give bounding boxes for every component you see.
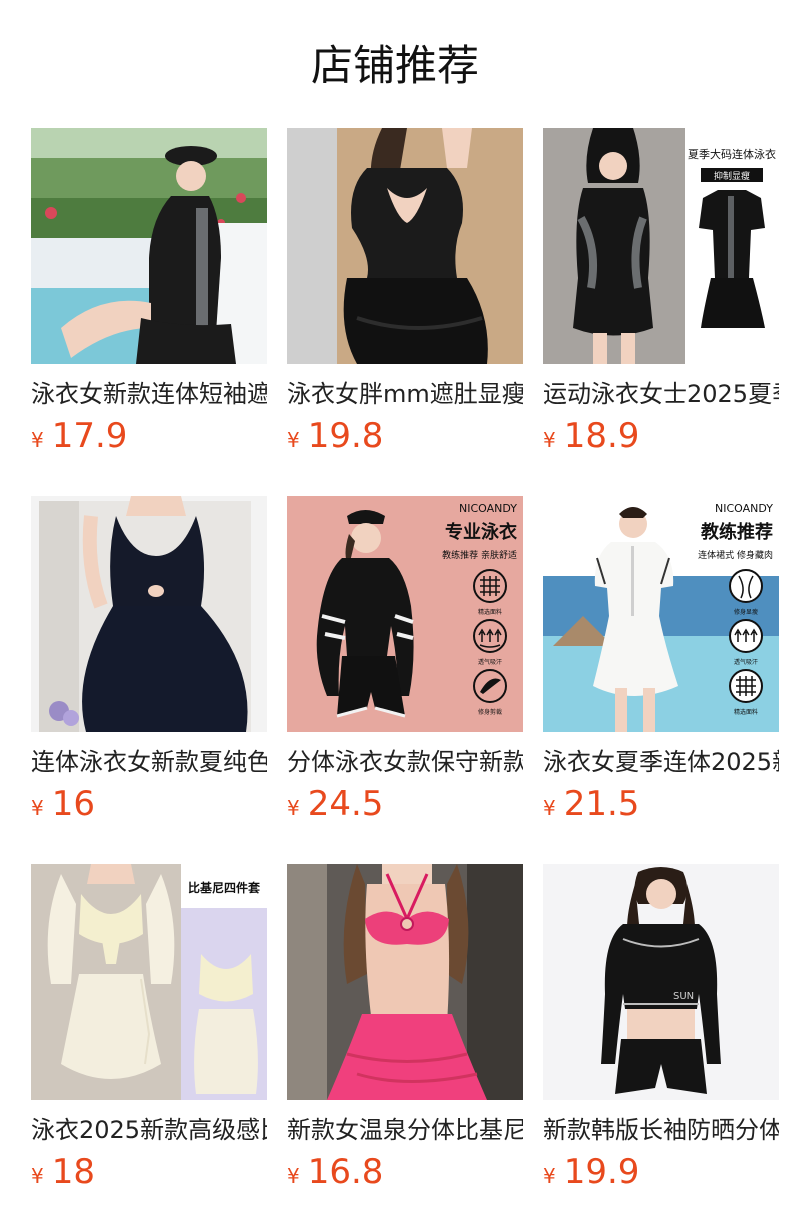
feature-breathable-icon (729, 619, 763, 653)
price-value: 19.8 (307, 416, 384, 456)
price-currency: ¥ (31, 1164, 44, 1188)
overlay-sub: 连体裙式 修身藏肉 (698, 549, 773, 561)
feature-label: 修身显瘦 (734, 608, 758, 616)
product-image[interactable] (31, 496, 267, 732)
price: ¥18 (31, 1152, 267, 1196)
price-currency: ¥ (287, 428, 300, 452)
price-currency: ¥ (543, 1164, 556, 1188)
product-image[interactable]: SUN (543, 864, 779, 1100)
price-value: 18 (51, 1152, 95, 1192)
feature-label: 透气吸汗 (734, 658, 758, 666)
price-currency: ¥ (31, 796, 44, 820)
feature-slim-icon (729, 569, 763, 603)
product-grid: 泳衣女新款连体短袖遮肚显瘦保守温泉泳装 ¥17.9 泳衣女胖mm遮肚显瘦保守连体… (0, 0, 790, 1232)
price: ¥24.5 (287, 784, 523, 828)
feature-label: 精选面料 (734, 708, 758, 716)
product-title[interactable]: 运动泳衣女士2025夏季新款连体平角泳装 (543, 376, 779, 412)
price: ¥16.8 (287, 1152, 523, 1196)
price-value: 21.5 (563, 784, 640, 824)
overlay-headline: 比基尼四件套 (188, 880, 261, 895)
feature-fabric-icon (729, 669, 763, 703)
product-title[interactable]: 新款韩版长袖防晒分体泳衣女运动风 (543, 1112, 779, 1148)
price-value: 17.9 (51, 416, 128, 456)
price: ¥19.8 (287, 416, 523, 460)
price-value: 16.8 (307, 1152, 384, 1192)
price-currency: ¥ (287, 1164, 300, 1188)
product-title[interactable]: 分体泳衣女款保守新款长袖防晒运动泳装 (287, 744, 523, 780)
price-value: 24.5 (307, 784, 384, 824)
overlay-brand: NICOANDY (715, 502, 773, 515)
overlay-headline: 夏季大码连体泳衣 (688, 147, 776, 161)
price: ¥21.5 (543, 784, 779, 828)
price-value: 19.9 (563, 1152, 640, 1192)
product-image[interactable] (287, 864, 523, 1100)
overlay-tag: 抑制显瘦 (714, 170, 750, 182)
price-currency: ¥ (287, 796, 300, 820)
price-value: 16 (51, 784, 95, 824)
price: ¥19.9 (543, 1152, 779, 1196)
product-image[interactable] (287, 128, 523, 364)
price: ¥18.9 (543, 416, 779, 460)
product-image[interactable]: NICOANDY 教练推荐 连体裙式 修身藏肉 修身显瘦 透气吸汗 精选面料 (543, 496, 779, 732)
overlay-headline: 教练推荐 (701, 521, 773, 543)
product-image[interactable]: NICOANDY 专业泳衣 教练推荐 亲肤舒适 精选面料 透气吸汗 修身剪裁 (287, 496, 523, 732)
product-title[interactable]: 泳衣女夏季连体2025新款保守遮肚显瘦泳装 (543, 744, 779, 780)
product-title[interactable]: 泳衣女胖mm遮肚显瘦保守连体裙式泳衣 (287, 376, 523, 412)
price-currency: ¥ (31, 428, 44, 452)
product-title[interactable]: 泳衣2025新款高级感比基尼四件套罩衫 (31, 1112, 267, 1148)
feature-label: 透气吸汗 (478, 658, 502, 666)
price-value: 18.9 (563, 416, 640, 456)
price-currency: ¥ (543, 796, 556, 820)
overlay-sub: 教练推荐 亲肤舒适 (442, 549, 517, 561)
product-title[interactable]: 新款女温泉分体比基尼性感沙滩裙泳衣 (287, 1112, 523, 1148)
product-image[interactable]: 夏季大码连体泳衣 抑制显瘦 (543, 128, 779, 364)
product-title[interactable]: 连体泳衣女新款夏纯色性感显瘦遮肚泳装 (31, 744, 267, 780)
feature-label: 精选面料 (478, 608, 502, 616)
product-image[interactable]: 比基尼四件套 (31, 864, 267, 1100)
overlay-headline: 专业泳衣 (445, 521, 517, 543)
price: ¥16 (31, 784, 267, 828)
price-currency: ¥ (543, 428, 556, 452)
price: ¥17.9 (31, 416, 267, 460)
product-title[interactable]: 泳衣女新款连体短袖遮肚显瘦保守温泉泳装 (31, 376, 267, 412)
overlay-brand: NICOANDY (459, 502, 517, 515)
feature-label: 修身剪裁 (478, 708, 502, 716)
product-image[interactable] (31, 128, 267, 364)
overlay-print: SUN (673, 991, 694, 1002)
